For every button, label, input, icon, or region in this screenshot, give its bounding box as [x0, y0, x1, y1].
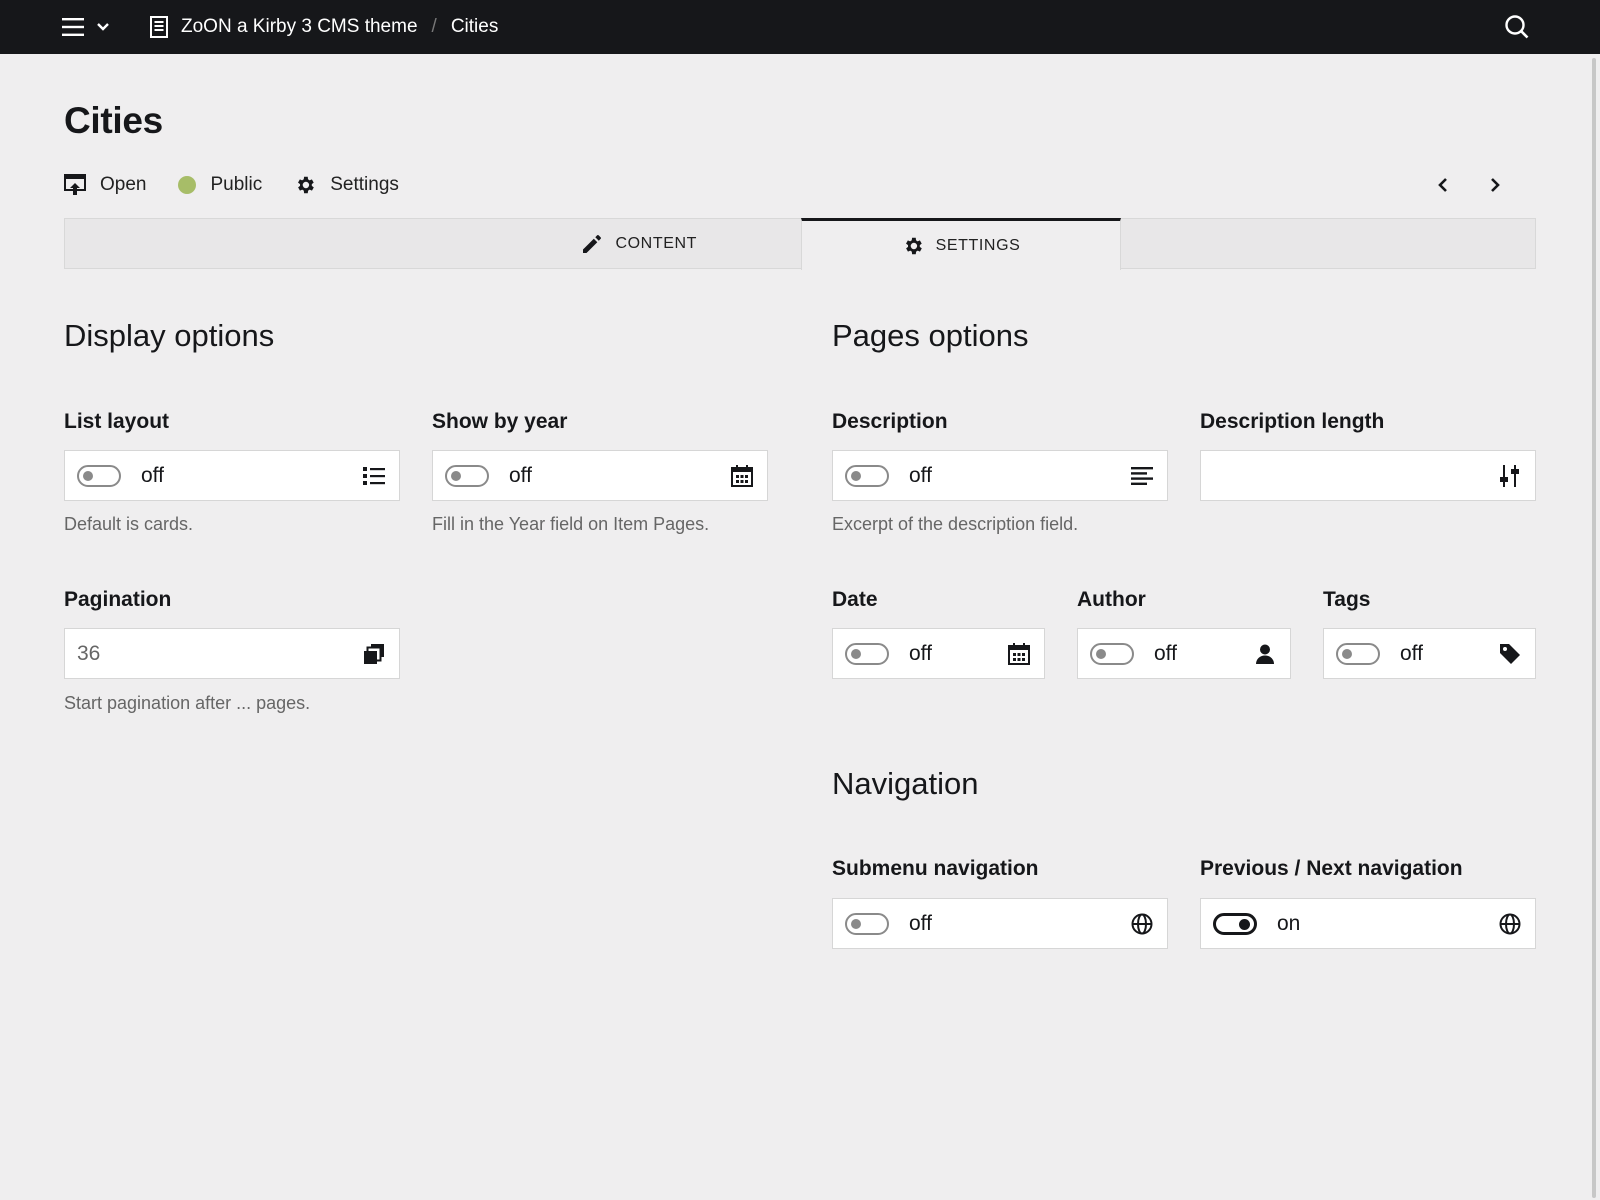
calendar-icon	[1006, 641, 1032, 667]
author-field: off	[1077, 628, 1291, 679]
chevron-left-icon	[1437, 177, 1449, 193]
breadcrumb-separator: /	[432, 16, 437, 38]
description-length-label: Description length	[1200, 410, 1384, 434]
submenu-navigation-value: off	[909, 912, 1129, 936]
breadcrumb: ZoON a Kirby 3 CMS theme / Cities	[150, 0, 498, 54]
breadcrumb-current[interactable]: Cities	[451, 16, 499, 38]
status-button[interactable]: Public	[178, 174, 262, 196]
pages-options-heading: Pages options	[832, 318, 1028, 354]
show-by-year-help: Fill in the Year field on Item Pages.	[432, 514, 709, 535]
description-length-field	[1200, 450, 1536, 501]
calendar-icon	[729, 463, 755, 489]
tab-content-label: CONTENT	[615, 235, 697, 253]
description-field: off	[832, 450, 1168, 501]
next-page-button[interactable]	[1484, 170, 1506, 200]
list-layout-toggle[interactable]	[77, 465, 121, 487]
tags-toggle[interactable]	[1336, 643, 1380, 665]
user-icon	[1252, 641, 1278, 667]
sliders-icon	[1497, 463, 1523, 489]
author-toggle[interactable]	[1090, 643, 1134, 665]
tab-settings-label: SETTINGS	[936, 237, 1021, 255]
navigation-heading: Navigation	[832, 766, 978, 802]
pagination-field	[64, 628, 400, 679]
breadcrumb-site-label: ZoON a Kirby 3 CMS theme	[181, 16, 418, 38]
date-value: off	[909, 642, 1006, 666]
header-actions: Open Public Settings	[64, 170, 431, 200]
author-label: Author	[1077, 588, 1146, 612]
list-icon	[361, 463, 387, 489]
copy-pages-icon	[361, 641, 387, 667]
open-label: Open	[100, 174, 146, 196]
open-button[interactable]: Open	[64, 174, 146, 196]
description-length-input[interactable]	[1201, 464, 1497, 488]
show-by-year-field: off	[432, 450, 768, 501]
status-dot-icon	[178, 176, 196, 194]
prev-next-navigation-toggle[interactable]	[1213, 913, 1257, 935]
list-layout-label: List layout	[64, 410, 169, 434]
pagination-input[interactable]	[65, 642, 361, 666]
list-layout-field: off	[64, 450, 400, 501]
globe-icon	[1497, 911, 1523, 937]
tab-content[interactable]: CONTENT	[65, 218, 801, 269]
date-toggle[interactable]	[845, 643, 889, 665]
list-layout-value: off	[141, 464, 361, 488]
submenu-navigation-toggle[interactable]	[845, 913, 889, 935]
tab-settings[interactable]: SETTINGS	[801, 218, 1121, 270]
chevron-down-icon	[96, 22, 110, 32]
date-label: Date	[832, 588, 878, 612]
gear-icon	[902, 235, 924, 257]
hamburger-icon	[62, 17, 84, 37]
tags-field: off	[1323, 628, 1536, 679]
display-options-heading: Display options	[64, 318, 274, 354]
settings-label: Settings	[330, 174, 399, 196]
show-by-year-toggle[interactable]	[445, 465, 489, 487]
topbar: ZoON a Kirby 3 CMS theme / Cities	[0, 0, 1600, 54]
prev-page-button[interactable]	[1432, 170, 1454, 200]
scrollbar[interactable]	[1592, 58, 1596, 1198]
page-title: Cities	[64, 100, 163, 142]
description-toggle[interactable]	[845, 465, 889, 487]
prev-next-navigation-label: Previous / Next navigation	[1200, 857, 1463, 881]
page-icon	[150, 16, 168, 38]
submenu-navigation-field: off	[832, 898, 1168, 949]
description-label: Description	[832, 410, 948, 434]
pagination-label: Pagination	[64, 588, 171, 612]
description-value: off	[909, 464, 1129, 488]
prev-next-nav	[1432, 170, 1506, 200]
tags-label: Tags	[1323, 588, 1370, 612]
chevron-right-icon	[1489, 177, 1501, 193]
settings-button[interactable]: Settings	[294, 174, 399, 196]
search-button[interactable]	[1504, 14, 1530, 40]
date-field: off	[832, 628, 1045, 679]
search-icon	[1504, 14, 1530, 40]
tags-value: off	[1400, 642, 1497, 666]
gear-icon	[294, 174, 316, 196]
show-by-year-value: off	[509, 464, 729, 488]
text-align-icon	[1129, 463, 1155, 489]
globe-icon	[1129, 911, 1155, 937]
list-layout-help: Default is cards.	[64, 514, 193, 535]
breadcrumb-site[interactable]: ZoON a Kirby 3 CMS theme	[150, 16, 418, 38]
prev-next-navigation-field: on	[1200, 898, 1536, 949]
menu-button[interactable]	[62, 12, 118, 42]
status-label: Public	[210, 174, 262, 196]
submenu-navigation-label: Submenu navigation	[832, 857, 1039, 881]
pencil-icon	[581, 233, 603, 255]
open-preview-icon	[64, 174, 86, 196]
prev-next-navigation-value: on	[1277, 912, 1497, 936]
author-value: off	[1154, 642, 1252, 666]
description-help: Excerpt of the description field.	[832, 514, 1078, 535]
pagination-help: Start pagination after ... pages.	[64, 693, 310, 714]
tag-icon	[1497, 641, 1523, 667]
show-by-year-label: Show by year	[432, 410, 567, 434]
tab-bar: CONTENT SETTINGS	[64, 218, 1536, 269]
